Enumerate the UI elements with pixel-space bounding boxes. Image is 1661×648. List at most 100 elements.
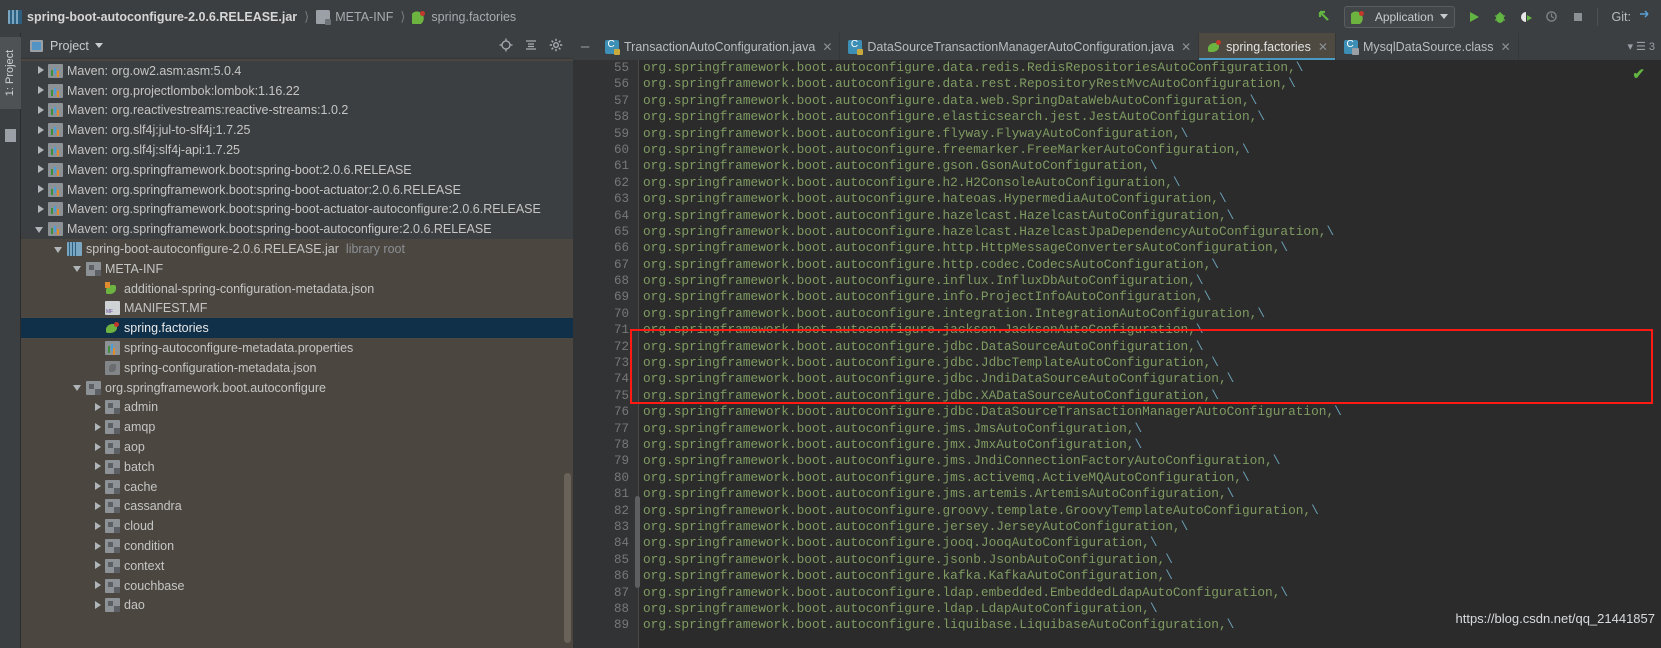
tree-node[interactable]: Maven: org.ow2.asm:asm:5.0.4: [21, 61, 573, 81]
code-line[interactable]: org.springframework.boot.autoconfigure.j…: [643, 486, 1342, 502]
chevron-right-icon[interactable]: [35, 125, 46, 136]
code-line[interactable]: org.springframework.boot.autoconfigure.j…: [643, 355, 1342, 371]
tree-node[interactable]: MANIFEST.MF: [21, 299, 573, 319]
locate-icon[interactable]: [499, 38, 513, 54]
editor-tabs[interactable]: – TransactionAutoConfiguration.java ✕ Data…: [573, 33, 1661, 60]
chevron-right-icon[interactable]: [35, 105, 46, 116]
tree-node[interactable]: spring.factories: [21, 318, 573, 339]
code-line[interactable]: org.springframework.boot.autoconfigure.j…: [643, 388, 1342, 404]
tree-node[interactable]: admin: [21, 398, 573, 418]
chevron-right-icon[interactable]: [92, 461, 103, 472]
chevron-right-icon[interactable]: [35, 204, 46, 215]
chevron-right-icon[interactable]: [35, 184, 46, 195]
chevron-right-icon[interactable]: [92, 501, 103, 512]
chevron-right-icon[interactable]: [92, 402, 103, 413]
code-line[interactable]: org.springframework.boot.autoconfigure.h…: [643, 240, 1342, 256]
code-line[interactable]: org.springframework.boot.autoconfigure.h…: [643, 175, 1342, 191]
editor-tab[interactable]: MysqlDataSource.class ✕: [1335, 33, 1519, 60]
code-editor[interactable]: 55 56 57 58 59 60 61 62 63 64 65 66 67 68 69 70 71 72 73 74…: [573, 60, 1661, 648]
tree-node[interactable]: dao: [21, 596, 573, 616]
back-arrow-icon[interactable]: [1312, 4, 1338, 30]
code-line[interactable]: org.springframework.boot.autoconfigure.e…: [643, 109, 1342, 125]
tab-list-icon[interactable]: ☰: [1636, 40, 1646, 53]
tree-node[interactable]: Maven: org.slf4j:slf4j-api:1.7.25: [21, 140, 573, 160]
code-line[interactable]: org.springframework.boot.autoconfigure.j…: [643, 371, 1342, 387]
hide-tabs-icon[interactable]: –: [573, 33, 597, 60]
code-line[interactable]: org.springframework.boot.autoconfigure.h…: [643, 208, 1342, 224]
run-configuration-selector[interactable]: Application: [1343, 5, 1455, 28]
editor-tab[interactable]: TransactionAutoConfiguration.java ✕: [597, 33, 841, 60]
tree-node[interactable]: Maven: org.springframework.boot:spring-b…: [21, 199, 573, 220]
code-line[interactable]: org.springframework.boot.autoconfigure.j…: [643, 404, 1342, 420]
code-line[interactable]: org.springframework.boot.autoconfigure.h…: [643, 224, 1342, 240]
code-line[interactable]: org.springframework.boot.autoconfigure.j…: [643, 437, 1342, 453]
tree-node[interactable]: amqp: [21, 417, 573, 437]
chevron-right-icon[interactable]: [92, 442, 103, 453]
chevron-down-icon[interactable]: [54, 244, 65, 255]
chevron-right-icon[interactable]: [35, 85, 46, 96]
chevron-right-icon[interactable]: [92, 521, 103, 532]
tree-node[interactable]: context: [21, 556, 573, 576]
tree-node[interactable]: spring-autoconfigure-metadata.properties: [21, 338, 573, 358]
tree-node[interactable]: batch: [21, 457, 573, 477]
code-line[interactable]: org.springframework.boot.autoconfigure.j…: [643, 552, 1342, 568]
project-panel-scrollbar[interactable]: [564, 473, 571, 643]
code-line[interactable]: org.springframework.boot.autoconfigure.j…: [643, 470, 1342, 486]
tree-node[interactable]: org.springframework.boot.autoconfigure: [21, 378, 573, 398]
code-line[interactable]: org.springframework.boot.autoconfigure.f…: [643, 142, 1342, 158]
tree-node[interactable]: Maven: org.slf4j:jul-to-slf4j:1.7.25: [21, 120, 573, 141]
code-line[interactable]: org.springframework.boot.autoconfigure.i…: [643, 289, 1342, 305]
chevron-down-icon[interactable]: ▾: [1627, 40, 1633, 53]
code-line[interactable]: org.springframework.boot.autoconfigure.h…: [643, 257, 1342, 273]
code-line[interactable]: org.springframework.boot.autoconfigure.h…: [643, 191, 1342, 207]
chevron-right-icon[interactable]: [35, 65, 46, 76]
code-line[interactable]: org.springframework.boot.autoconfigure.j…: [643, 339, 1342, 355]
stop-icon[interactable]: [1565, 4, 1591, 30]
code-line[interactable]: org.springframework.boot.autoconfigure.l…: [643, 601, 1342, 617]
chevron-right-icon[interactable]: [35, 164, 46, 175]
tree-node[interactable]: Maven: org.projectlombok:lombok:1.16.22: [21, 80, 573, 101]
chevron-right-icon[interactable]: [92, 560, 103, 571]
chevron-right-icon[interactable]: [92, 481, 103, 492]
code-line[interactable]: org.springframework.boot.autoconfigure.j…: [643, 322, 1342, 338]
close-icon[interactable]: ✕: [1181, 40, 1191, 54]
tree-node[interactable]: cloud: [21, 516, 573, 536]
code-line[interactable]: org.springframework.boot.autoconfigure.l…: [643, 585, 1342, 601]
code-line[interactable]: org.springframework.boot.autoconfigure.j…: [643, 519, 1342, 535]
run-with-coverage-icon[interactable]: [1513, 4, 1539, 30]
tree-node[interactable]: spring-configuration-metadata.json: [21, 358, 573, 378]
breadcrumb-item-metainf[interactable]: META-INF: [316, 9, 393, 25]
chevron-down-icon[interactable]: [35, 224, 46, 235]
code-line[interactable]: org.springframework.boot.autoconfigure.j…: [643, 453, 1342, 469]
run-icon[interactable]: [1461, 4, 1487, 30]
tree-node[interactable]: additional-spring-configuration-metadata…: [21, 279, 573, 299]
code-line[interactable]: org.springframework.boot.autoconfigure.d…: [643, 93, 1342, 109]
code-line[interactable]: org.springframework.boot.autoconfigure.d…: [643, 60, 1342, 76]
debug-icon[interactable]: [1487, 4, 1513, 30]
code-line[interactable]: org.springframework.boot.autoconfigure.g…: [643, 503, 1342, 519]
editor-tabs-overflow[interactable]: ▾ ☰ 3: [1627, 33, 1661, 60]
code-line[interactable]: org.springframework.boot.autoconfigure.i…: [643, 306, 1342, 322]
tree-node[interactable]: aop: [21, 437, 573, 457]
code-line[interactable]: org.springframework.boot.autoconfigure.k…: [643, 568, 1342, 584]
code-line[interactable]: org.springframework.boot.autoconfigure.i…: [643, 273, 1342, 289]
close-icon[interactable]: ✕: [1501, 40, 1511, 54]
git-update-icon[interactable]: [1631, 4, 1657, 30]
tree-node[interactable]: cache: [21, 477, 573, 497]
tree-node[interactable]: condition: [21, 536, 573, 556]
code-line[interactable]: org.springframework.boot.autoconfigure.f…: [643, 126, 1342, 142]
tree-node[interactable]: couchbase: [21, 576, 573, 596]
close-icon[interactable]: ✕: [822, 40, 832, 54]
tree-node[interactable]: spring-boot-autoconfigure-2.0.6.RELEASE.…: [21, 239, 573, 259]
profile-icon[interactable]: [1539, 4, 1565, 30]
breadcrumb-item-jar[interactable]: spring-boot-autoconfigure-2.0.6.RELEASE.…: [8, 9, 297, 24]
chevron-down-icon[interactable]: [94, 43, 103, 48]
code-line[interactable]: org.springframework.boot.autoconfigure.d…: [643, 76, 1342, 92]
code-line[interactable]: org.springframework.boot.autoconfigure.g…: [643, 158, 1342, 174]
editor-tab[interactable]: spring.factories ✕: [1199, 33, 1336, 60]
inspection-status-icon[interactable]: ✔: [1632, 65, 1645, 83]
tree-node[interactable]: Maven: org.springframework.boot:spring-b…: [21, 159, 573, 180]
chevron-down-icon[interactable]: [73, 382, 84, 393]
breadcrumb-item-springfactories[interactable]: spring.factories: [412, 9, 516, 24]
chevron-right-icon[interactable]: [35, 145, 46, 156]
